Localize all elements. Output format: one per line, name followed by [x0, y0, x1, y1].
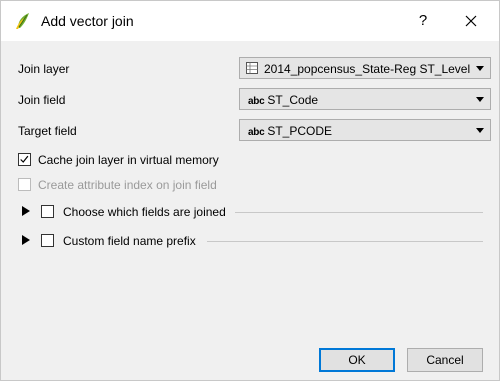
join-layer-label: Join layer — [18, 62, 70, 76]
dialog-title: Add vector join — [41, 13, 134, 29]
join-field-label: Join field — [18, 93, 66, 107]
join-field-combo[interactable]: abc ST_Code — [239, 88, 491, 110]
group-divider — [207, 241, 483, 242]
cache-join-layer-label: Cache join layer in virtual memory — [38, 153, 219, 167]
expand-triangle-icon[interactable] — [22, 206, 30, 216]
close-icon[interactable] — [461, 11, 481, 31]
ok-button[interactable]: OK — [319, 348, 395, 372]
choose-fields-label: Choose which fields are joined — [63, 205, 226, 219]
expand-triangle-icon[interactable] — [22, 235, 30, 245]
choose-fields-checkbox[interactable] — [41, 205, 54, 218]
target-field-value: ST_PCODE — [267, 124, 333, 138]
custom-prefix-checkbox[interactable] — [41, 234, 54, 247]
title-bar: Add vector join ? — [1, 1, 499, 41]
target-field-display: abc ST_PCODE — [248, 124, 332, 138]
help-button[interactable]: ? — [413, 11, 433, 31]
table-layer-icon — [246, 62, 258, 74]
cache-join-layer-checkbox[interactable] — [18, 153, 31, 166]
string-type-icon: abc — [248, 96, 265, 107]
custom-prefix-label: Custom field name prefix — [63, 234, 196, 248]
join-field-display: abc ST_Code — [248, 93, 318, 107]
target-field-label: Target field — [18, 124, 77, 138]
add-vector-join-dialog: Add vector join ? Join layer 2014_popcen… — [0, 0, 500, 381]
chevron-down-icon — [476, 128, 484, 133]
join-field-value: ST_Code — [267, 93, 319, 107]
cancel-button[interactable]: Cancel — [407, 348, 483, 372]
string-type-icon: abc — [248, 127, 265, 138]
checkmark-icon — [20, 155, 29, 163]
join-layer-combo[interactable]: 2014_popcensus_State-Reg ST_Level — [239, 57, 491, 79]
create-index-checkbox — [18, 178, 31, 191]
qgis-logo-icon — [16, 13, 29, 29]
group-divider — [235, 212, 483, 213]
chevron-down-icon — [476, 97, 484, 102]
create-index-label: Create attribute index on join field — [38, 178, 217, 192]
chevron-down-icon — [476, 66, 484, 71]
target-field-combo[interactable]: abc ST_PCODE — [239, 119, 491, 141]
join-layer-value: 2014_popcensus_State-Reg ST_Level — [264, 62, 471, 76]
